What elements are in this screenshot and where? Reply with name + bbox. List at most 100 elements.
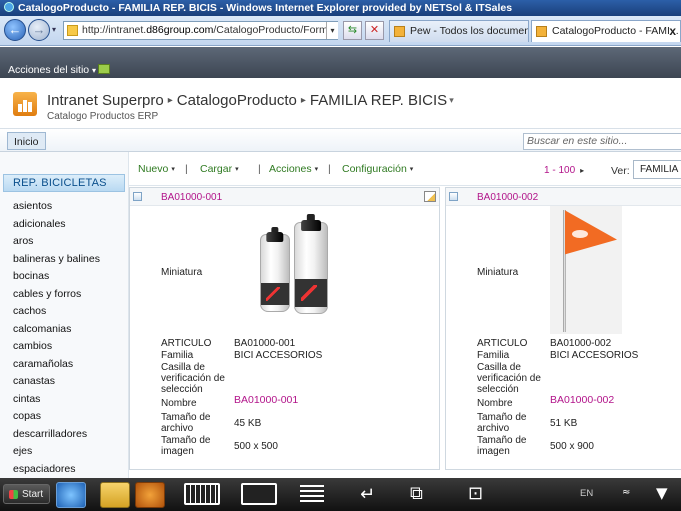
- keyboard-icon[interactable]: [184, 483, 220, 505]
- configuracion-menu[interactable]: Configuración ▾: [342, 163, 413, 175]
- menu-label: Configuración: [342, 163, 407, 175]
- leftnav-item[interactable]: ejes: [0, 443, 128, 461]
- tray-icon[interactable]: ≈: [622, 487, 630, 498]
- site-actions-bar: Acciones del sitio ▾: [0, 47, 681, 78]
- search-input[interactable]: Buscar en este sitio...: [523, 133, 681, 150]
- internet-explorer-icon[interactable]: [56, 482, 86, 508]
- site-actions-menu[interactable]: Acciones del sitio ▾: [8, 64, 96, 76]
- leftnav-item[interactable]: copas: [0, 408, 128, 426]
- toolbar-separator: |: [328, 163, 331, 175]
- site-actions-label: Acciones del sitio: [8, 64, 90, 76]
- tab-label: Pew - Todos los documentos: [410, 25, 529, 37]
- file-size-value: 51 KB: [550, 418, 578, 429]
- back-button[interactable]: ←: [4, 19, 26, 41]
- folder-icon[interactable]: [100, 482, 130, 508]
- breadcrumb-dropdown-icon[interactable]: ▾: [449, 95, 454, 105]
- pager: 1 - 100 ▸: [544, 165, 584, 176]
- leftnav-item[interactable]: asientos: [0, 198, 128, 216]
- view-select[interactable]: FAMILIA: [633, 160, 681, 179]
- start-button[interactable]: Start: [3, 484, 51, 504]
- product-thumbnail[interactable]: [258, 214, 330, 318]
- chevron-down-icon: ▾: [235, 166, 239, 173]
- card-title-link[interactable]: BA01000-002: [477, 192, 538, 203]
- lock-icon[interactable]: ⊡: [468, 483, 483, 504]
- name-link[interactable]: BA01000-002: [550, 395, 614, 406]
- window-icon[interactable]: ⧉: [410, 483, 423, 504]
- breadcrumb-folder: FAMILIA REP. BICIS: [309, 92, 448, 109]
- leftnav-item[interactable]: adicionales: [0, 216, 128, 234]
- menu-label: Acciones: [269, 163, 312, 175]
- refresh-button[interactable]: ⇆: [343, 21, 362, 40]
- leftnav-item[interactable]: cintas: [0, 391, 128, 409]
- chevron-down-icon: ▾: [92, 66, 97, 75]
- next-page-icon[interactable]: ▸: [580, 166, 584, 175]
- ie-logo-icon: [4, 2, 14, 12]
- chevron-down-icon[interactable]: ▼: [656, 484, 668, 502]
- windows-logo-icon: [9, 490, 18, 499]
- url-dropdown-icon[interactable]: ▾: [326, 22, 338, 39]
- product-thumbnail[interactable]: [550, 206, 622, 334]
- leftnav-item[interactable]: espaciadores: [0, 461, 128, 479]
- refresh-icon: ⇆: [347, 24, 358, 36]
- list-icon[interactable]: [300, 485, 324, 503]
- tab-page-icon: [394, 26, 405, 37]
- tab-catalogoproducto[interactable]: CatalogoProducto - FAMI... x: [531, 20, 681, 42]
- chevron-down-icon: ▾: [409, 166, 414, 173]
- url-prefix: http://intranet.: [82, 24, 147, 36]
- cargar-menu[interactable]: Cargar ▾: [200, 163, 239, 175]
- product-card: BA01000-002 Miniatura ARTICULO BA01000-0…: [445, 187, 681, 470]
- leftnav-item[interactable]: calcomanias: [0, 321, 128, 339]
- selection-checkbox-label: Casilla de verificación de selección: [161, 362, 225, 395]
- article-label: ARTICULO: [477, 338, 528, 349]
- breadcrumb-site[interactable]: Intranet Superpro: [47, 92, 164, 109]
- leftnav-heading[interactable]: REP. BICICLETAS: [3, 174, 125, 192]
- edit-page-icon[interactable]: [98, 64, 110, 74]
- toolbar-separator: |: [185, 163, 188, 175]
- menu-label: Nuevo: [138, 163, 169, 175]
- leftnav-item[interactable]: aros: [0, 233, 128, 251]
- nuevo-menu[interactable]: Nuevo ▾: [138, 163, 175, 175]
- stop-button[interactable]: ✕: [365, 21, 384, 40]
- select-checkbox[interactable]: [449, 192, 458, 201]
- name-link[interactable]: BA01000-001: [234, 395, 298, 406]
- leftnav-item[interactable]: cables y forros: [0, 286, 128, 304]
- url-path: /CatalogoProducto/Forms/FAI: [213, 24, 338, 36]
- leftnav-item[interactable]: balineras y balines: [0, 251, 128, 269]
- leftnav-item[interactable]: caramañolas: [0, 356, 128, 374]
- leftnav-item[interactable]: canastas: [0, 373, 128, 391]
- menu-label: Cargar: [200, 163, 233, 175]
- tab-pew[interactable]: Pew - Todos los documentos: [389, 20, 529, 42]
- view-label: Ver:: [611, 165, 630, 177]
- url-input[interactable]: http://intranet.d86group.com/CatalogoPro…: [63, 21, 338, 40]
- leftnav-item[interactable]: descarrilladores: [0, 426, 128, 444]
- forward-arrow-icon: →: [32, 22, 46, 37]
- chevron-down-icon: ▾: [171, 166, 175, 173]
- media-player-icon[interactable]: [135, 482, 165, 508]
- card-title-link[interactable]: BA01000-001: [161, 192, 222, 203]
- breadcrumb: Intranet Superpro ▸ CatalogoProducto ▸ FAMIL…: [47, 92, 454, 109]
- screen-keyboard-icon[interactable]: [241, 483, 277, 505]
- forward-button[interactable]: →: [28, 19, 50, 41]
- breadcrumb-list[interactable]: CatalogoProducto: [177, 92, 297, 109]
- family-value: BICI ACCESORIOS: [234, 350, 323, 361]
- enter-icon[interactable]: ↵: [360, 484, 375, 505]
- breadcrumb-separator-icon: ▸: [167, 95, 173, 106]
- tab-close-icon[interactable]: x: [669, 21, 676, 41]
- acciones-menu[interactable]: Acciones ▾: [269, 163, 318, 175]
- select-checkbox[interactable]: [133, 192, 142, 201]
- history-dropdown-icon[interactable]: ▾: [52, 25, 56, 34]
- tab-inicio[interactable]: Inicio: [7, 132, 46, 150]
- leftnav-item[interactable]: cambios: [0, 338, 128, 356]
- taskbar: Start ↵ ⧉ ⊡ EN ≈ ▼: [0, 478, 681, 511]
- product-card: BA01000-001 Miniatura ARTICULO BA01000-0…: [129, 187, 440, 470]
- leftnav-item[interactable]: cachos: [0, 303, 128, 321]
- family-label: Familia: [161, 350, 194, 361]
- card-header: BA01000-002: [446, 188, 681, 206]
- leftnav-item[interactable]: bocinas: [0, 268, 128, 286]
- name-label: Nombre: [477, 398, 513, 409]
- tab-page-icon: [536, 26, 547, 37]
- back-arrow-icon: ←: [8, 22, 22, 37]
- selection-checkbox-label: Casilla de verificación de selección: [477, 362, 541, 395]
- language-indicator[interactable]: EN: [580, 488, 593, 499]
- edit-icon[interactable]: [424, 191, 436, 202]
